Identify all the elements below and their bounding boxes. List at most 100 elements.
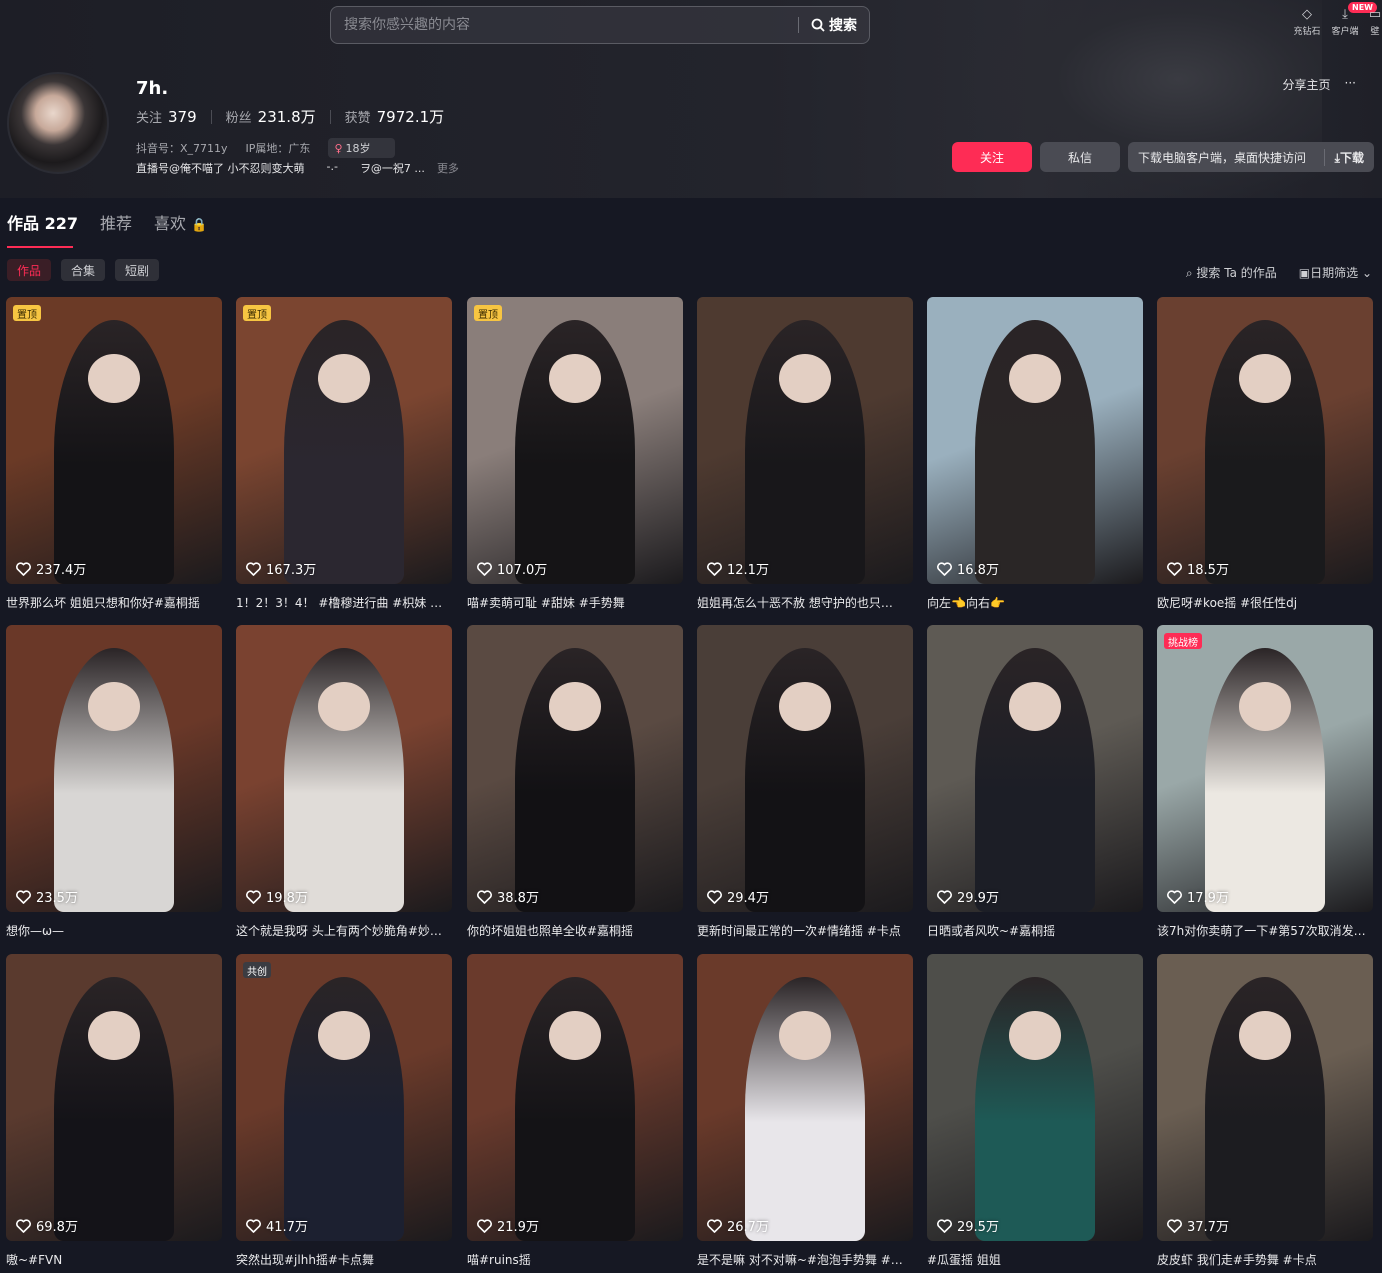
search-input[interactable] — [331, 7, 798, 43]
recharge-diamond-button[interactable]: ◇ 充钻石 — [1292, 6, 1322, 37]
date-filter-button[interactable]: ▣日期筛选 ⌄ — [1299, 264, 1372, 281]
video-likes: 21.9万 — [477, 1216, 539, 1235]
video-card[interactable]: 19.8万这个就是我呀 头上有两个妙脆角#妙… — [236, 625, 452, 939]
video-card[interactable]: 38.8万你的坏姐姐也照单全收#嘉桐摇 — [467, 625, 683, 939]
video-caption[interactable]: 想你—ω— — [6, 922, 222, 939]
video-thumbnail[interactable]: 38.8万 — [467, 625, 683, 912]
heart-icon — [246, 1218, 261, 1233]
video-card[interactable]: 37.7万皮皮虾 我们走#手势舞 #卡点 — [1157, 954, 1373, 1268]
video-card[interactable]: 12.1万姐姐再怎么十恶不赦 想守护的也只… — [697, 297, 913, 611]
thumbnail-face — [549, 1011, 601, 1061]
video-card[interactable]: 置顶 107.0万喵#卖萌可耻 #甜妹 #手势舞 — [467, 297, 683, 611]
video-card[interactable]: 23.5万想你—ω— — [6, 625, 222, 939]
video-thumbnail[interactable]: 37.7万 — [1157, 954, 1373, 1241]
video-card[interactable]: 18.5万欧尼呀#koe摇 #很任性dj — [1157, 297, 1373, 611]
tab-likes[interactable]: 喜欢 🔒 — [154, 210, 207, 234]
download-client-banner[interactable]: 下载电脑客户端，桌面快捷访问 ⤓下载 — [1128, 142, 1374, 172]
video-thumbnail[interactable]: 12.1万 — [697, 297, 913, 584]
tab-recommend[interactable]: 推荐 — [100, 210, 132, 234]
video-caption[interactable]: 世界那么坏 姐姐只想和你好#嘉桐摇 — [6, 594, 222, 611]
video-likes: 107.0万 — [477, 559, 547, 578]
video-card[interactable]: 21.9万喵#ruins摇 — [467, 954, 683, 1268]
video-thumbnail[interactable]: 18.5万 — [1157, 297, 1373, 584]
video-card[interactable]: 29.9万日晒或者风吹~#嘉桐摇 — [927, 625, 1143, 939]
video-likes: 18.5万 — [1167, 559, 1229, 578]
video-caption[interactable]: 日晒或者风吹~#嘉桐摇 — [927, 922, 1143, 939]
search-works-button[interactable]: ⌕ 搜索 Ta 的作品 — [1186, 264, 1277, 281]
tab-works[interactable]: 作品 227 — [7, 210, 78, 248]
wallpaper-button[interactable]: ▭ 壁 — [1368, 6, 1382, 37]
video-card[interactable]: 置顶 237.4万世界那么坏 姐姐只想和你好#嘉桐摇 — [6, 297, 222, 611]
video-thumbnail[interactable]: 共创 41.7万 — [236, 954, 452, 1241]
thumbnail-face — [88, 354, 140, 404]
video-card[interactable]: 26.7万是不是嘛 对不对嘛~#泡泡手势舞 #… — [697, 954, 913, 1268]
lock-icon: 🔒 — [191, 218, 208, 233]
video-caption[interactable]: 向左👈向右👉 — [927, 594, 1143, 611]
video-caption[interactable]: 嗷~#FVN — [6, 1251, 222, 1268]
video-thumbnail[interactable]: 挑战榜 17.9万 — [1157, 625, 1373, 912]
video-caption[interactable]: 更新时间最正常的一次#情绪摇 #卡点 — [697, 922, 913, 939]
video-caption[interactable]: #瓜蛋摇 姐姐 — [927, 1251, 1143, 1268]
likes-count-text: 12.1万 — [727, 563, 769, 578]
client-label: 客户端 — [1331, 27, 1359, 37]
following-count[interactable]: 379 — [168, 108, 197, 126]
chip-short-drama[interactable]: 短剧 — [115, 259, 160, 281]
video-thumbnail[interactable]: 19.8万 — [236, 625, 452, 912]
avatar[interactable] — [7, 72, 109, 174]
chip-works[interactable]: 作品 — [7, 259, 52, 281]
video-card[interactable]: 16.8万向左👈向右👉 — [927, 297, 1143, 611]
followers-label[interactable]: 粉丝 — [226, 107, 252, 126]
video-caption[interactable]: 这个就是我呀 头上有两个妙脆角#妙… — [236, 922, 452, 939]
video-thumbnail[interactable]: 置顶 237.4万 — [6, 297, 222, 584]
video-thumbnail[interactable]: 29.5万 — [927, 954, 1143, 1241]
video-thumbnail[interactable]: 26.7万 — [697, 954, 913, 1241]
video-card[interactable]: 共创 41.7万突然出现#jlhh摇#卡点舞 — [236, 954, 452, 1268]
video-caption[interactable]: 欧尼呀#koe摇 #很任性dj — [1157, 594, 1373, 611]
top-toolbar: ◇ 充钻石 NEW ⤓ 客户端 ▭ 壁 — [1292, 2, 1382, 37]
video-thumbnail[interactable]: 置顶 167.3万 — [236, 297, 452, 584]
video-caption[interactable]: 1！2！3！4！ #橹穆进行曲 #枳妹 #… — [236, 594, 452, 611]
video-likes: 29.5万 — [937, 1216, 999, 1235]
video-card[interactable]: 置顶 167.3万 1！2！3！4！ #橹穆进行曲 #枳妹 #… — [236, 297, 452, 611]
video-thumbnail[interactable]: 23.5万 — [6, 625, 222, 912]
video-caption[interactable]: 姐姐再怎么十恶不赦 想守护的也只… — [697, 594, 913, 611]
video-thumbnail[interactable]: 置顶 107.0万 — [467, 297, 683, 584]
more-options-icon[interactable]: ··· — [1345, 76, 1356, 93]
video-caption[interactable]: 该7h对你卖萌了一下#第57次取消发… — [1157, 922, 1373, 939]
video-likes: 38.8万 — [477, 887, 539, 906]
tab-likes-label: 喜欢 — [154, 214, 187, 233]
heart-icon — [246, 561, 261, 576]
video-thumbnail[interactable]: 69.8万 — [6, 954, 222, 1241]
chip-collections[interactable]: 合集 — [61, 259, 106, 281]
video-thumbnail[interactable]: 29.4万 — [697, 625, 913, 912]
video-likes: 167.3万 — [246, 559, 316, 578]
video-caption[interactable]: 喵#卖萌可耻 #甜妹 #手势舞 — [467, 594, 683, 611]
video-caption[interactable]: 是不是嘛 对不对嘛~#泡泡手势舞 #… — [697, 1251, 913, 1268]
video-likes: 237.4万 — [16, 559, 86, 578]
video-card[interactable]: 29.4万更新时间最正常的一次#情绪摇 #卡点 — [697, 625, 913, 939]
message-button[interactable]: 私信 — [1040, 142, 1120, 172]
video-thumbnail[interactable]: 21.9万 — [467, 954, 683, 1241]
video-caption[interactable]: 皮皮虾 我们走#手势舞 #卡点 — [1157, 1251, 1373, 1268]
video-caption[interactable]: 你的坏姐姐也照单全收#嘉桐摇 — [467, 922, 683, 939]
video-card[interactable]: 29.5万 #瓜蛋摇 姐姐 — [927, 954, 1143, 1268]
video-caption[interactable]: 喵#ruins摇 — [467, 1251, 683, 1268]
download-button[interactable]: ⤓下载 — [1323, 148, 1364, 166]
following-label[interactable]: 关注 — [136, 107, 162, 126]
share-profile-button[interactable]: 分享主页 — [1283, 76, 1331, 93]
search-button[interactable]: 搜索 — [799, 15, 869, 35]
video-tag-badge: 置顶 — [243, 305, 271, 321]
video-caption[interactable]: 突然出现#jlhh摇#卡点舞 — [236, 1251, 452, 1268]
thumbnail-face — [779, 682, 831, 732]
follow-button[interactable]: 关注 — [952, 142, 1032, 172]
video-thumbnail[interactable]: 16.8万 — [927, 297, 1143, 584]
video-tag-badge: 置顶 — [13, 305, 41, 321]
followers-count[interactable]: 231.8万 — [258, 106, 316, 127]
video-card[interactable]: 69.8万嗷~#FVN — [6, 954, 222, 1268]
client-download-button[interactable]: NEW ⤓ 客户端 — [1330, 2, 1377, 37]
video-card[interactable]: 挑战榜 17.9万该7h对你卖萌了一下#第57次取消发… — [1157, 625, 1373, 939]
heart-icon — [937, 561, 952, 576]
video-thumbnail[interactable]: 29.9万 — [927, 625, 1143, 912]
profile-header: 搜索 ◇ 充钻石 NEW ⤓ 客户端 ▭ 壁 7h. 关注 379 粉丝 231… — [0, 0, 1382, 198]
bio-more-link[interactable]: 更多 — [437, 160, 459, 176]
